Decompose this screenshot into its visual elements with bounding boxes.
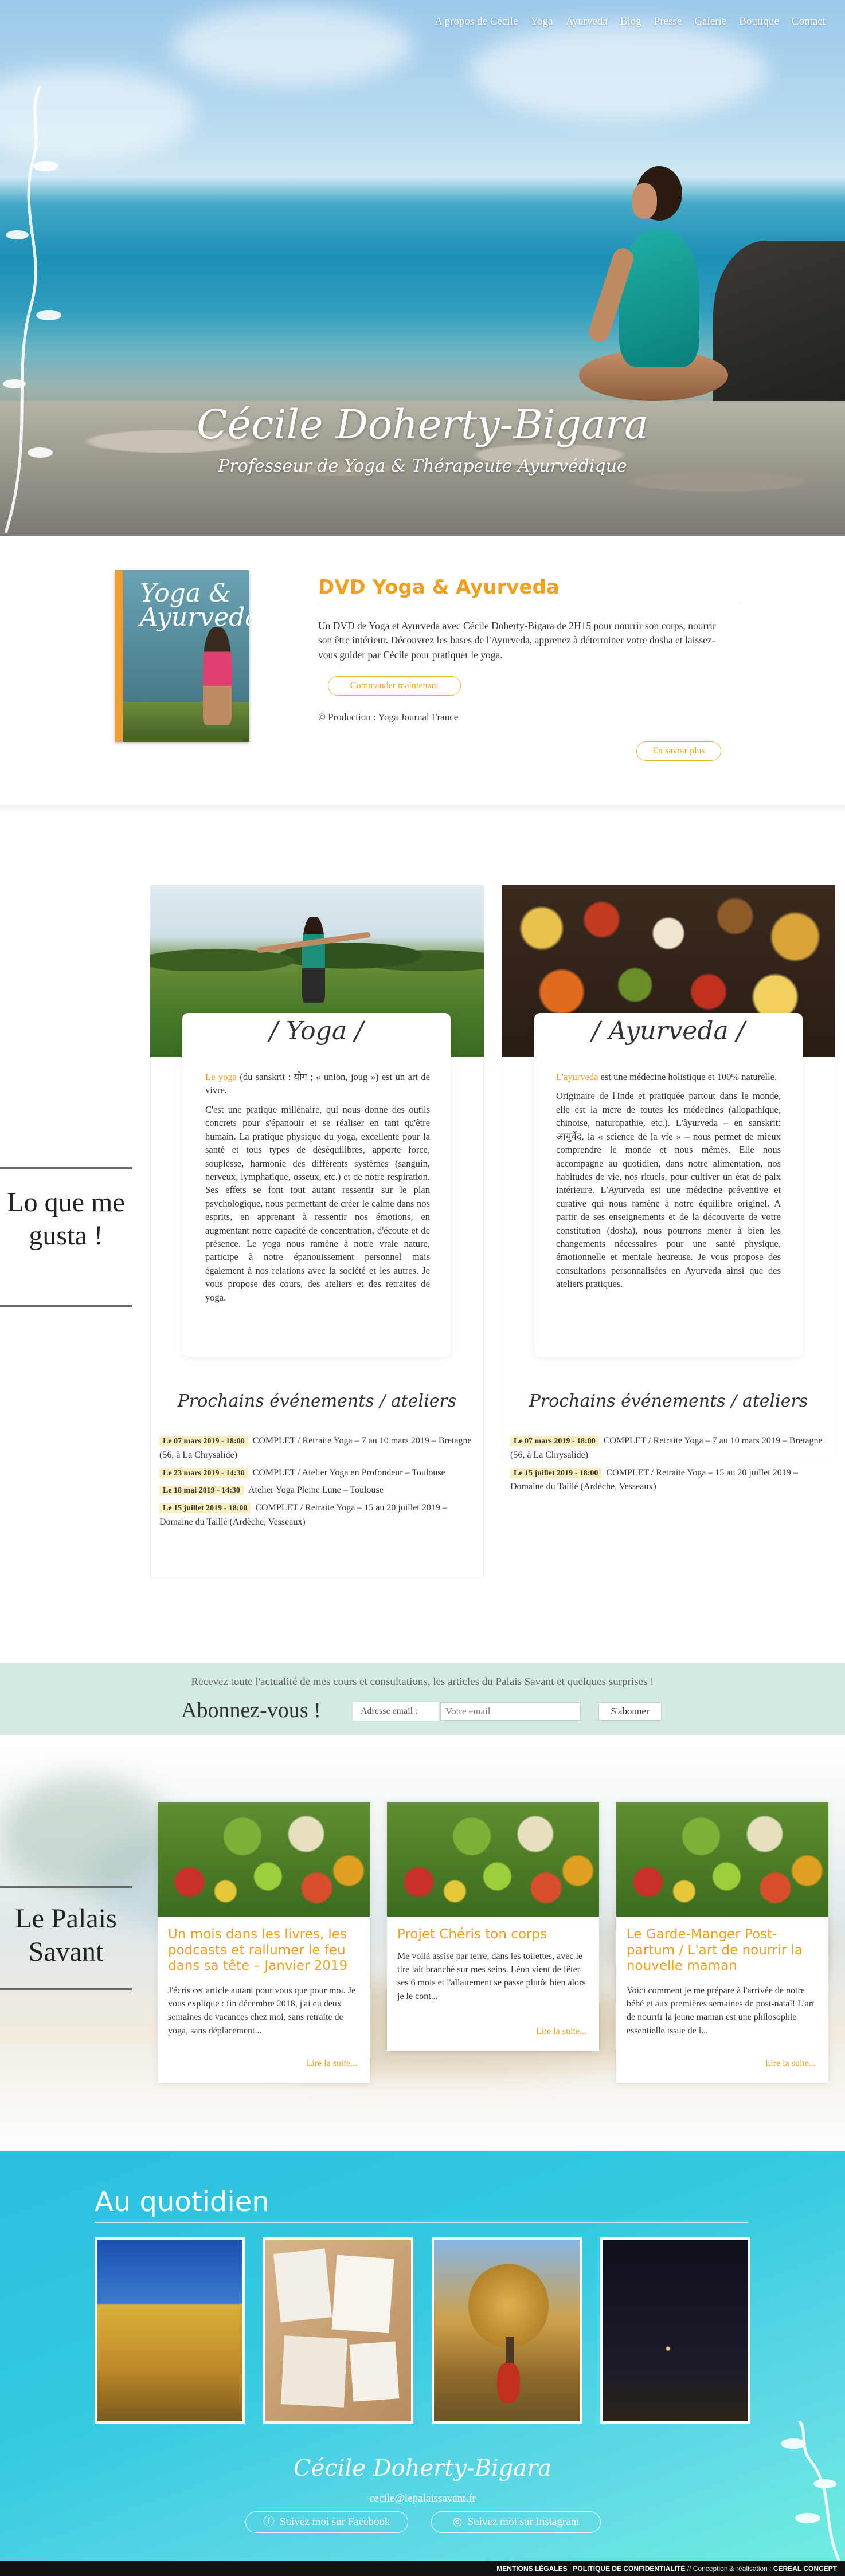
ayurveda-events-title: Prochains événements / ateliers	[529, 1391, 808, 1411]
read-more-link[interactable]: Lire la suite...	[536, 2027, 586, 2037]
nav-item-presse[interactable]: Presse	[654, 15, 682, 28]
nav-item-blog[interactable]: Blog	[620, 15, 641, 28]
signature: Cécile Doherty-Bigara	[293, 2455, 552, 2481]
ayurveda-text: L'ayurveda est une médecine holistique e…	[556, 1070, 781, 1291]
vine-decoration-icon	[781, 2421, 841, 2561]
gallery-photo[interactable]	[432, 2237, 582, 2424]
event-item[interactable]: Le 15 juillet 2019 - 18:00 COMPLET / Ret…	[510, 1466, 824, 1495]
divider	[0, 1988, 132, 1990]
event-date: Le 07 mars 2019 - 18:00	[510, 1436, 599, 1446]
divider	[95, 2222, 748, 2223]
blog-post-card[interactable]: Le Garde-Manger Post-partum / L'art de n…	[616, 1802, 828, 2083]
newsletter-heading: Abonnez-vous !	[181, 1698, 321, 1722]
ayurveda-intro-word[interactable]: L'ayurveda	[556, 1071, 598, 1082]
hero-title: Cécile Doherty-Bigara	[197, 401, 648, 448]
gallery-photo[interactable]	[263, 2237, 413, 2424]
divider	[0, 1886, 132, 1888]
au-quotidien-section: Au quotidien Cécile Doherty-Bigara cecil…	[0, 2151, 845, 2561]
blog-post-image[interactable]	[158, 1802, 370, 1917]
newsletter-email-label: Adresse email :	[353, 1702, 439, 1721]
newsletter-email-input[interactable]	[440, 1702, 581, 1721]
event-date: Le 23 mars 2019 - 14:30	[159, 1468, 248, 1478]
ayurveda-body: Originaire de l'Inde et pratiquée partou…	[556, 1090, 781, 1290]
event-item[interactable]: Le 15 juillet 2019 - 18:00 COMPLET / Ret…	[159, 1501, 474, 1530]
nav-item-a-propos[interactable]: A propos de Cécile	[435, 15, 518, 28]
blog-post-excerpt: Voici comment je me prépare à l'arrivée …	[627, 1986, 815, 2036]
au-quotidien-title: Au quotidien	[95, 2186, 269, 2218]
yoga-events-title: Prochains événements / ateliers	[177, 1391, 457, 1411]
credit-text: Conception & réalisation :	[693, 2565, 772, 2573]
order-now-button[interactable]: Commander maintenant	[328, 676, 461, 696]
read-more-link[interactable]: Lire la suite...	[307, 2059, 357, 2069]
newsletter-text: Recevez toute l'actualité de mes cours e…	[191, 1676, 654, 1688]
footer: MENTIONS LÉGALES | POLITIQUE DE CONFIDEN…	[0, 2561, 845, 2576]
agency-link[interactable]: CEREAL CONCEPT	[773, 2565, 837, 2573]
read-more-link[interactable]: Lire la suite...	[765, 2059, 816, 2069]
facebook-button[interactable]: ⓕ Suivez moi sur Facebook	[245, 2511, 408, 2533]
contact-email[interactable]: cecile@lepalaissavant.fr	[0, 2492, 845, 2505]
dvd-title: DVD Yoga & Ayurveda	[318, 576, 560, 599]
section-separator	[0, 805, 845, 813]
event-item[interactable]: Le 23 mars 2019 - 14:30 COMPLET / Atelie…	[159, 1466, 474, 1481]
privacy-link[interactable]: POLITIQUE DE CONFIDENTIALITÉ	[573, 2565, 685, 2573]
divider	[0, 1167, 132, 1169]
instagram-icon: ◎	[452, 2516, 463, 2528]
yoga-events-list: Le 07 mars 2019 - 18:00 COMPLET / Retrai…	[159, 1434, 474, 1530]
section-title-palais-savant: Le Palais Savant	[15, 1903, 117, 1967]
subscribe-button[interactable]: S'abonner	[598, 1702, 662, 1721]
main-nav: A propos de Cécile Yoga Ayurveda Blog Pr…	[435, 15, 826, 28]
event-date: Le 18 mai 2019 - 14:30	[159, 1486, 244, 1496]
newsletter-section: Recevez toute l'actualité de mes cours e…	[0, 1663, 845, 1735]
legal-link[interactable]: MENTIONS LÉGALES	[496, 2565, 567, 2573]
yoga-intro-word[interactable]: Le yoga	[205, 1071, 237, 1082]
ayurveda-title: / Ayurveda /	[592, 1016, 745, 1046]
yoga-title: / Yoga /	[269, 1016, 363, 1046]
nav-item-yoga[interactable]: Yoga	[530, 15, 553, 28]
event-text: COMPLET / Atelier Yoga en Profondeur – T…	[252, 1467, 445, 1478]
blog-post-excerpt: Me voilà assise par terre, dans les toil…	[397, 1951, 586, 2001]
dvd-production: © Production : Yoga Journal France	[318, 712, 459, 722]
event-item[interactable]: Le 07 mars 2019 - 18:00 COMPLET / Retrai…	[159, 1434, 474, 1463]
nav-item-contact[interactable]: Contact	[792, 15, 826, 28]
blog-post-title[interactable]: Projet Chéris ton corps	[397, 1927, 589, 1943]
dvd-cover-image[interactable]: Yoga & Ayurveda	[115, 570, 249, 742]
facebook-icon: ⓕ	[263, 2516, 275, 2528]
event-date: Le 07 mars 2019 - 18:00	[159, 1436, 248, 1446]
nav-item-galerie[interactable]: Galerie	[694, 15, 726, 28]
hero-photo-woman	[579, 166, 728, 441]
yoga-text: Le yoga (du sanskrit : योग ; « union, jo…	[205, 1070, 430, 1304]
nav-item-boutique[interactable]: Boutique	[739, 15, 779, 28]
divider	[0, 1305, 132, 1307]
blog-post-title[interactable]: Le Garde-Manger Post-partum / L'art de n…	[627, 1927, 819, 1974]
event-date: Le 15 juillet 2019 - 18:00	[510, 1468, 602, 1478]
yoga-body: C'est une pratique millénaire, qui nous …	[205, 1104, 430, 1303]
instagram-button[interactable]: ◎ Suivez moi sur Instagram	[431, 2511, 601, 2533]
blog-post-image[interactable]	[616, 1802, 828, 1917]
dvd-cover-text: Yoga & Ayurveda	[140, 579, 249, 632]
blog-post-excerpt: J'écris cet article autant pour vous que…	[168, 1986, 356, 2036]
event-date: Le 15 juillet 2019 - 18:00	[159, 1503, 251, 1514]
event-item[interactable]: Le 18 mai 2019 - 14:30 Atelier Yoga Plei…	[159, 1483, 474, 1498]
event-text: Atelier Yoga Pleine Lune – Toulouse	[248, 1485, 384, 1495]
blog-post-image[interactable]	[387, 1802, 599, 1917]
section-title-lo-que-me-gusta: Lo que me gusta !	[7, 1187, 125, 1251]
hero-banner: A propos de Cécile Yoga Ayurveda Blog Pr…	[0, 0, 845, 536]
facebook-label: Suivez moi sur Facebook	[279, 2516, 390, 2528]
instagram-label: Suivez moi sur Instagram	[467, 2516, 580, 2528]
gallery-photo[interactable]	[600, 2237, 750, 2424]
blog-post-card[interactable]: Un mois dans les livres, les podcasts et…	[158, 1802, 370, 2083]
blog-post-card[interactable]: Projet Chéris ton corps Me voilà assise …	[387, 1802, 599, 2051]
dvd-description: Un DVD de Yoga et Ayurveda avec Cécile D…	[318, 620, 716, 661]
hero-subtitle: Professeur de Yoga & Thérapeute Ayurvédi…	[218, 456, 627, 476]
event-item[interactable]: Le 07 mars 2019 - 18:00 COMPLET / Retrai…	[510, 1434, 824, 1463]
ayurveda-intro-rest: est une médecine holistique et 100% natu…	[598, 1071, 777, 1082]
gallery-photo[interactable]	[95, 2237, 245, 2424]
ayurveda-events-list: Le 07 mars 2019 - 18:00 COMPLET / Retrai…	[510, 1434, 824, 1494]
blog-post-title[interactable]: Un mois dans les livres, les podcasts et…	[168, 1927, 360, 1974]
nav-item-ayurveda[interactable]: Ayurveda	[566, 15, 608, 28]
learn-more-button[interactable]: En savoir plus	[636, 741, 721, 761]
yoga-intro-rest: (du sanskrit : योग ; « union, joug ») es…	[205, 1071, 431, 1096]
